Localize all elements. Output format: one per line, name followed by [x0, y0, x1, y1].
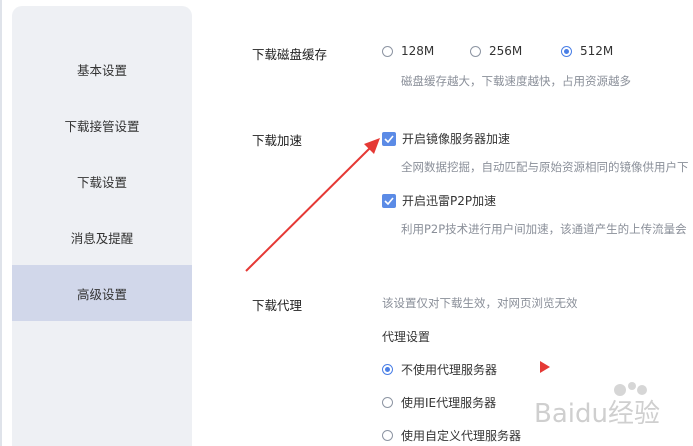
proxy-subtitle: 代理设置 — [382, 330, 431, 344]
sidebar-item-takeover[interactable]: 下载接管设置 — [12, 97, 192, 153]
proxy-option-none[interactable]: 不使用代理服务器 — [382, 361, 497, 378]
proxy-hint: 该设置仅对下载生效，对网页浏览无效 — [382, 296, 578, 310]
sidebar-item-label: 下载接管设置 — [64, 118, 140, 134]
option-label: 512M — [580, 44, 614, 58]
radio-checked-icon — [561, 45, 572, 57]
option-label: 使用IE代理服务器 — [401, 396, 497, 410]
sidebar-item-basic[interactable]: 基本设置 — [12, 41, 192, 97]
disk-cache-hint: 磁盘缓存越大，下载速度越快，占用资源越多 — [401, 74, 631, 88]
option-label: 使用自定义代理服务器 — [401, 429, 522, 443]
option-label: 256M — [489, 44, 523, 58]
p2p-accel-checkbox[interactable]: 开启迅雷P2P加速 — [382, 192, 496, 209]
sidebar-item-label: 基本设置 — [76, 62, 127, 78]
radio-icon — [382, 430, 393, 441]
checkbox-label: 开启镜像服务器加速 — [402, 132, 511, 146]
proxy-title: 下载代理 — [252, 298, 303, 313]
sidebar-item-label: 下载设置 — [76, 174, 127, 190]
proxy-option-custom[interactable]: 使用自定义代理服务器 — [382, 427, 521, 444]
window-edge — [0, 0, 2, 446]
radio-icon — [382, 45, 393, 57]
option-label: 128M — [401, 44, 435, 58]
watermark-text: Baidu经验 — [534, 399, 660, 429]
option-label: 不使用代理服务器 — [401, 363, 498, 377]
checkbox-label: 开启迅雷P2P加速 — [402, 194, 497, 208]
proxy-option-ie[interactable]: 使用IE代理服务器 — [382, 394, 496, 411]
baidu-watermark-icon: Baidu经验 — [534, 382, 660, 429]
checkbox-checked-icon — [382, 131, 396, 146]
disk-cache-title: 下载磁盘缓存 — [252, 47, 328, 62]
cache-option-128m[interactable]: 128M — [382, 44, 434, 58]
cache-option-512m[interactable]: 512M — [561, 44, 613, 58]
sidebar-item-advanced[interactable]: 高级设置 — [12, 265, 192, 321]
settings-page: 基本设置 下载接管设置 下载设置 消息及提醒 高级设置 下载磁盘缓存 128M … — [0, 0, 693, 446]
sidebar-item-notifications[interactable]: 消息及提醒 — [12, 209, 192, 265]
sidebar-item-label: 高级设置 — [76, 286, 127, 302]
sidebar: 基本设置 下载接管设置 下载设置 消息及提醒 高级设置 — [12, 6, 192, 446]
mirror-accel-hint: 全网数据挖掘，自动匹配与原始资源相同的镜像供用户下 — [401, 160, 689, 174]
radio-icon — [382, 397, 393, 408]
mirror-accel-checkbox[interactable]: 开启镜像服务器加速 — [382, 130, 510, 147]
p2p-accel-hint: 利用P2P技术进行用户间加速，该通道产生的上传流量会 — [401, 222, 687, 236]
sidebar-item-label: 消息及提醒 — [70, 230, 134, 246]
radio-checked-icon — [382, 364, 393, 375]
sidebar-item-download[interactable]: 下载设置 — [12, 153, 192, 209]
radio-icon — [470, 45, 481, 57]
acceleration-title: 下载加速 — [252, 133, 303, 148]
checkbox-checked-icon — [382, 193, 396, 208]
cache-option-256m[interactable]: 256M — [470, 44, 522, 58]
